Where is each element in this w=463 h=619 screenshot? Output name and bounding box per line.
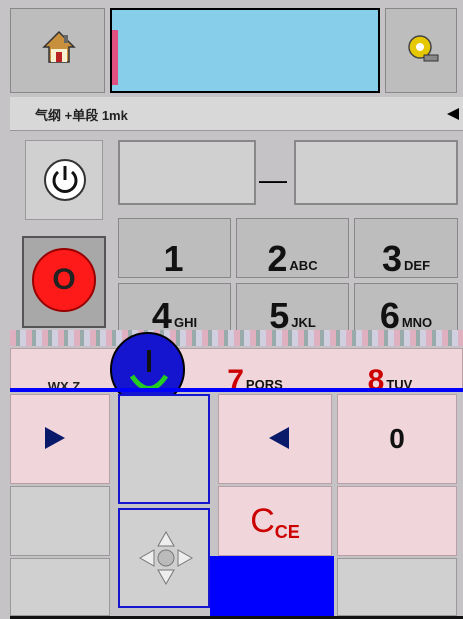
key-8[interactable]: 8 TUV bbox=[330, 366, 450, 396]
display-screen bbox=[110, 8, 380, 93]
key-3[interactable]: 3 DEF bbox=[354, 218, 458, 278]
left-triangle-icon bbox=[269, 427, 289, 449]
key-7[interactable]: 7 PQRS bbox=[190, 366, 320, 396]
home-button[interactable] bbox=[10, 8, 105, 93]
stop-icon: O bbox=[32, 248, 96, 312]
glitch-strip bbox=[10, 330, 463, 346]
phone-keypad-screen: 气纲 +单段 1mk — O 1 2 ABC 3 DEF 4 GHI 5 JKL… bbox=[0, 0, 463, 619]
bottom-left-key[interactable] bbox=[10, 558, 110, 616]
home-icon bbox=[42, 30, 76, 63]
power-icon bbox=[44, 159, 86, 201]
keypad-row-1: 1 2 ABC 3 DEF bbox=[118, 218, 458, 278]
power-button[interactable] bbox=[25, 140, 103, 220]
bottom-right-key[interactable] bbox=[337, 558, 457, 616]
right-triangle-icon bbox=[45, 427, 65, 449]
divider-blue-top bbox=[10, 388, 463, 392]
display-edge-marker bbox=[112, 30, 118, 85]
clear-button[interactable]: C CE bbox=[218, 486, 332, 556]
right-arrow-button[interactable] bbox=[10, 394, 110, 484]
blank-key-a[interactable] bbox=[118, 394, 210, 504]
key-4[interactable]: 4 GHI bbox=[118, 283, 231, 335]
key-1[interactable]: 1 bbox=[118, 218, 231, 278]
key-5[interactable]: 5 JKL bbox=[236, 283, 349, 335]
blank-key-c[interactable] bbox=[337, 486, 457, 556]
number-field-left[interactable] bbox=[118, 140, 256, 205]
settings-button[interactable] bbox=[385, 8, 457, 93]
keypad-row-2: 4 GHI 5 JKL 6 MNO bbox=[118, 283, 458, 335]
left-arrow-button[interactable] bbox=[218, 394, 332, 484]
dpad-button[interactable] bbox=[118, 508, 210, 608]
number-field-right[interactable] bbox=[294, 140, 458, 205]
key-2[interactable]: 2 ABC bbox=[236, 218, 349, 278]
left-triangle-icon bbox=[447, 108, 459, 120]
bottom-blue-key[interactable] bbox=[210, 556, 334, 616]
directional-pad-icon bbox=[138, 530, 194, 586]
blank-key-b[interactable] bbox=[10, 486, 110, 556]
key-6[interactable]: 6 MNO bbox=[354, 283, 458, 335]
dash-separator: — bbox=[259, 164, 287, 195]
key-0[interactable]: 0 bbox=[337, 394, 457, 484]
status-bar: 气纲 +单段 1mk bbox=[10, 97, 463, 131]
gear-wrench-icon bbox=[408, 35, 439, 62]
status-text: 气纲 +单段 1mk bbox=[35, 108, 128, 123]
stop-button[interactable]: O bbox=[22, 236, 106, 328]
